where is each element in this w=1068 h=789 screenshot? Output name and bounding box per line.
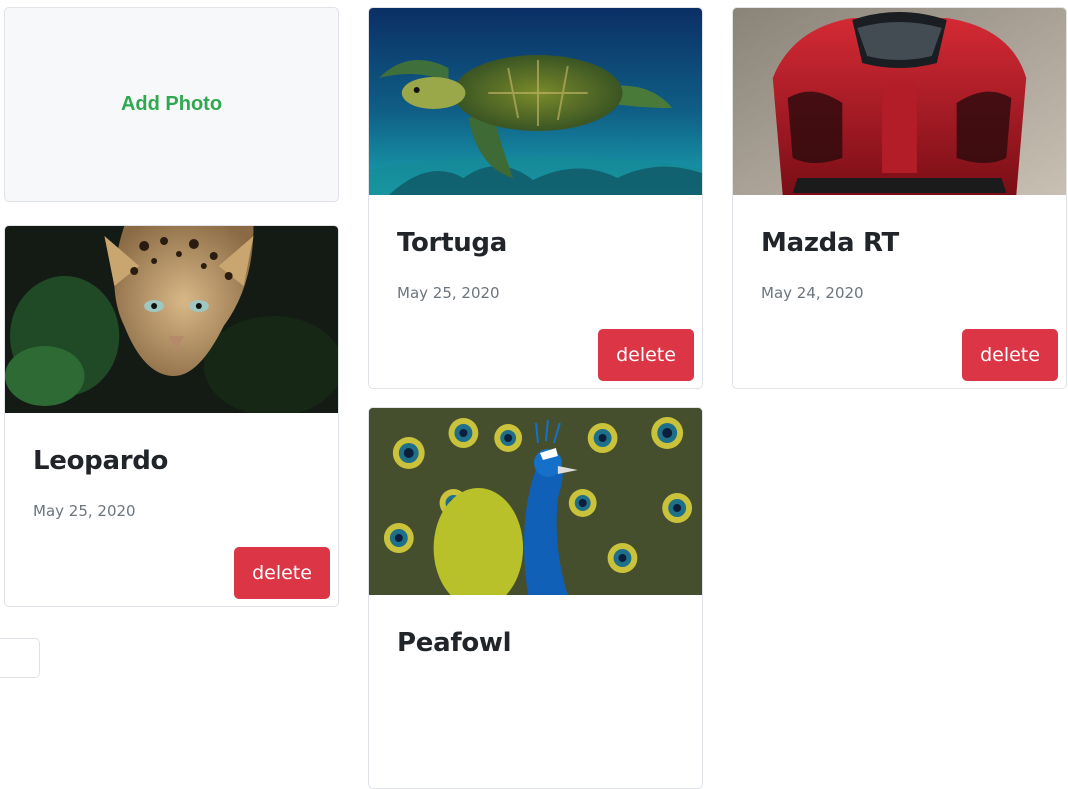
delete-button[interactable]: delete [598,329,694,381]
photo-title: Peafowl [397,628,512,658]
red-race-car-image [733,8,1066,195]
photo-card-leopardo: Leopardo May 25, 2020 delete [4,225,339,607]
photo-date: May 24, 2020 [761,284,864,302]
add-photo-label: Add Photo [120,93,223,115]
photo-card-mazda-rt: Mazda RT May 24, 2020 delete [732,7,1067,389]
delete-button[interactable]: delete [962,329,1058,381]
photo-card-tortuga: Tortuga May 25, 2020 delete [368,7,703,389]
sea-turtle-image [369,8,702,195]
photo-title: Tortuga [397,228,507,258]
partial-button[interactable] [0,638,40,678]
photo-title: Mazda RT [761,228,899,258]
photo-card-peafowl: Peafowl [368,407,703,789]
add-photo-card[interactable]: Add Photo [4,7,339,202]
photo-date: May 25, 2020 [397,284,500,302]
photo-title: Leopardo [33,446,169,476]
peacock-image [369,408,702,595]
photo-date: May 25, 2020 [33,502,136,520]
delete-button[interactable]: delete [234,547,330,599]
leopard-image [5,226,338,413]
